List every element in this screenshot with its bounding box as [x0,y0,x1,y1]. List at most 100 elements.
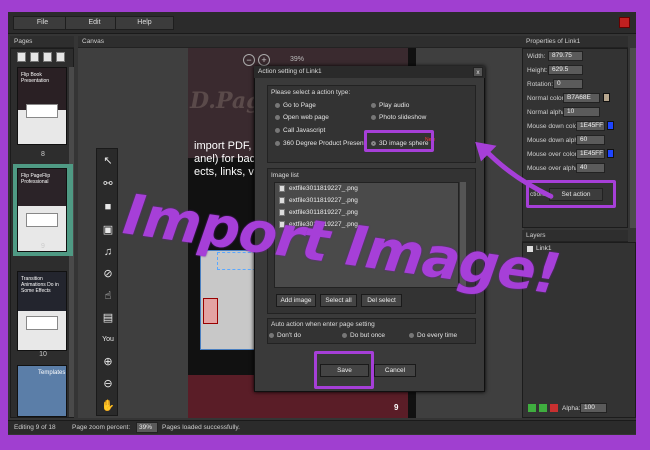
image-list-label: Image list [271,172,299,179]
height-field[interactable]: 629.5 [548,65,583,75]
image-icon[interactable]: ▣ [100,222,116,238]
properties-panel-title: Properties of Link1 [522,36,628,48]
thumb-title: Transition Animations Do in Some Effects [21,276,59,294]
360-product-label: 360 Degree Product Present [283,140,366,147]
radio-call-javascript[interactable] [274,127,281,134]
radio-dont-do[interactable] [268,332,275,339]
status-message: Pages loaded successfully. [162,424,240,431]
mouse-down-color-field[interactable]: 1E45FF [576,121,605,131]
copy-page-icon[interactable] [43,52,52,62]
video-icon[interactable]: ■ [100,199,116,215]
add-page-icon[interactable] [17,52,26,62]
menu-bar: File Edit Help [8,12,636,34]
zoom-out-tool-icon[interactable]: ⊖ [100,376,116,392]
radio-open-web-page[interactable] [274,114,281,121]
radio-360-product[interactable] [274,140,281,147]
do-but-once-label: Do but once [350,332,386,339]
thumb-title: Flip Book Presentation [21,72,50,84]
pointer-icon[interactable]: ↖ [100,153,116,169]
normal-alpha-field[interactable]: 10 [563,107,600,117]
highlight-3d-sphere [364,130,434,152]
radio-do-but-once[interactable] [341,332,348,339]
thumb-title: Flip PageFlip Professional [21,173,51,185]
file-menu[interactable]: File [13,16,72,30]
image-file-icon [279,185,285,192]
flash-icon[interactable]: ⊘ [100,266,116,282]
link-icon[interactable]: ⚯ [100,176,116,192]
book-page-number: 9 [394,403,399,412]
mouse-over-alpha-field[interactable]: 40 [576,163,605,173]
mouse-over-color-swatch[interactable] [607,149,614,158]
book-pink-arrow [203,298,218,324]
mouse-down-color-label: Mouse down color: [527,123,582,130]
layer-alpha-label: Alpha: [562,405,581,412]
del-select-button[interactable]: Del select [361,294,402,307]
layer-up-icon[interactable] [528,404,536,412]
audio-icon[interactable]: ♫ [100,244,116,260]
normal-color-label: Normal color: [527,95,566,102]
radio-photo-slideshow[interactable] [370,114,377,121]
width-field[interactable]: 879.75 [548,51,583,61]
zoom-in-tool-icon[interactable]: ⊕ [100,354,116,370]
canvas-zoom-label: 39% [290,56,305,63]
highlight-save [314,351,374,389]
layer-down-icon[interactable] [539,404,547,412]
image-list-item[interactable]: extfile3011819227_.png [289,185,358,192]
layer-delete-icon[interactable] [550,404,558,412]
page-thumb-8[interactable]: Flip Book Presentation [17,67,67,145]
zoom-in-icon[interactable]: + [258,54,270,66]
thumb-title: Templates [38,370,66,376]
dialog-title: Action setting of Link1 [254,66,485,78]
annotation-arrow [475,141,554,199]
page-thumb-10[interactable]: Transition Animations Do in Some Effects [17,271,67,351]
radio-go-to-page[interactable] [274,102,281,109]
page-number-label: 10 [39,351,47,358]
normal-color-swatch[interactable] [603,93,610,102]
radio-play-audio[interactable] [370,102,377,109]
pages-panel-title: Pages [10,36,74,48]
pages-panel: Flip Book Presentation 8 Flip PageFlip P… [10,48,74,418]
close-icon[interactable]: x [473,67,483,77]
delete-page-icon[interactable] [56,52,65,62]
zoom-percent-field[interactable]: 39% [136,422,158,433]
editing-status: Editing 9 of 18 [14,424,56,431]
cancel-button[interactable]: Cancel [374,364,416,377]
radio-do-every-time[interactable] [408,332,415,339]
insert-page-icon[interactable] [30,52,39,62]
app-logo-icon [619,17,630,28]
width-label: Width: [527,53,546,60]
do-every-time-label: Do every time [417,332,458,339]
normal-color-field[interactable]: B7A68E [563,93,600,103]
layer-alpha-field[interactable]: 100 [580,403,607,413]
add-image-button[interactable]: Add image [276,294,316,307]
dont-do-label: Don't do [277,332,302,339]
height-label: Height: [527,67,548,74]
hand-point-icon[interactable]: ☝ [100,288,116,304]
properties-scrollbar[interactable] [630,48,636,228]
mouse-over-color-field[interactable]: 1E45FF [576,149,605,159]
play-audio-label: Play audio [379,102,410,109]
photo-slideshow-label: Photo slideshow [379,114,427,121]
open-web-page-label: Open web page [283,114,329,121]
auto-action-label: Auto action when enter page setting [271,321,375,328]
select-all-button[interactable]: Select all [320,294,357,307]
image-list-item[interactable]: extfile3011819227_.png [289,197,358,204]
status-bar: Editing 9 of 18 Page zoom percent: 39% P… [8,420,636,434]
page-thumb-11[interactable]: Templates [17,365,67,417]
mouse-down-color-swatch[interactable] [607,121,614,130]
zoom-out-icon[interactable]: − [243,54,255,66]
pan-hand-icon[interactable]: ✋ [100,398,116,414]
action-type-group-label: Please select a action type: [271,89,351,96]
slideshow-icon[interactable]: ▤ [100,310,116,326]
rotation-label: Rotation: [527,81,554,88]
youtube-icon[interactable]: You [100,332,116,348]
call-javascript-label: Call Javascript [283,127,326,134]
help-menu[interactable]: Help [115,16,174,30]
page-number-label: 9 [41,243,45,250]
mouse-down-alpha-field[interactable]: 60 [576,135,605,145]
canvas-title: Canvas [78,36,524,48]
page-thumb-9[interactable]: Flip PageFlip Professional [17,168,67,252]
rotation-field[interactable]: 0 [553,79,583,89]
go-to-page-label: Go to Page [283,102,316,109]
tool-palette: ↖ ⚯ ■ ▣ ♫ ⊘ ☝ ▤ You ⊕ ⊖ ✋ [96,148,118,416]
